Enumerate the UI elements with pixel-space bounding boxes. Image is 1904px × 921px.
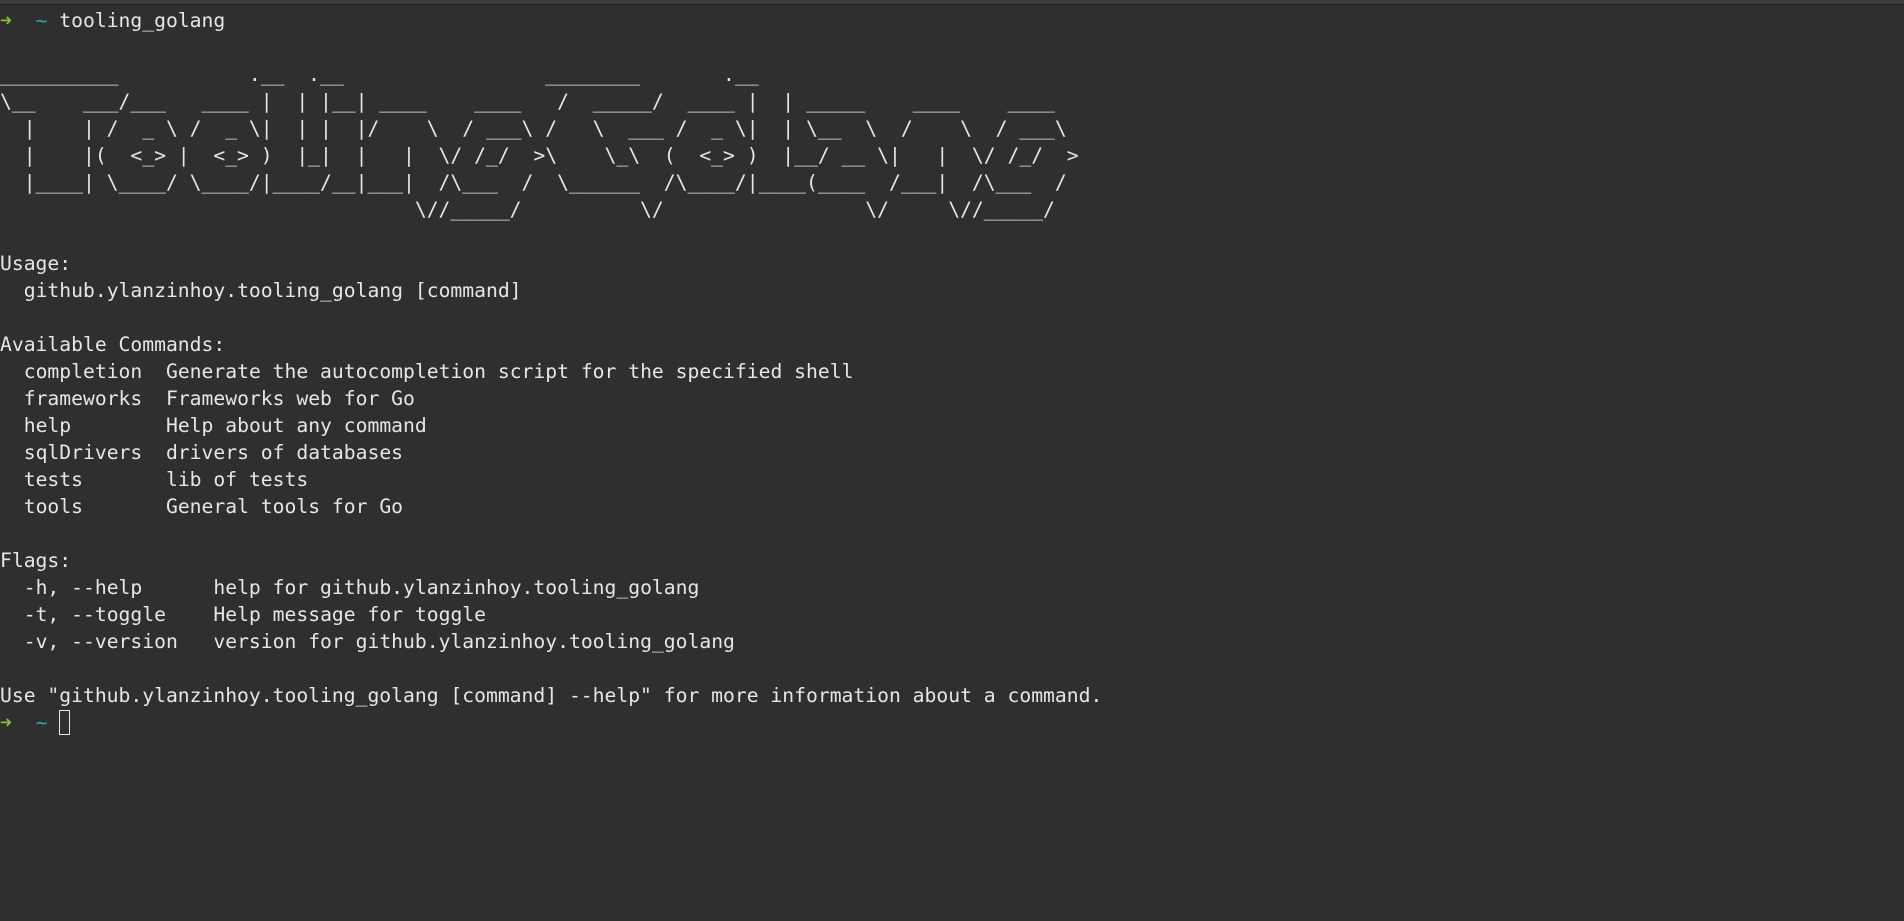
column-gap <box>166 603 213 626</box>
command-description: Generate the autocompletion script for t… <box>165 360 854 383</box>
terminal-window[interactable]: ➜ ~ tooling_golang __________ .__ .__ __… <box>0 0 1904 921</box>
usage-text: github.ylanzinhoy.tooling_golang [comman… <box>23 279 522 302</box>
command-name: sqlDrivers <box>23 441 143 464</box>
banner-line: \//_____/ \/ \/ \//_____/ <box>0 198 1055 221</box>
column-gap <box>142 360 166 383</box>
command-row: help Help about any command <box>0 412 1904 439</box>
column-gap <box>142 441 166 464</box>
command-row: tools General tools for Go <box>0 493 1904 520</box>
command-name: frameworks <box>23 387 143 410</box>
text-cursor[interactable] <box>59 710 71 735</box>
command-description: Frameworks web for Go <box>165 387 415 410</box>
flag-name: -v, --version <box>23 630 178 653</box>
banner-line: __________ .__ .__ ________ .__ <box>0 63 759 86</box>
prompt-arrow-icon: ➜ <box>0 9 12 32</box>
command-name: tests <box>23 468 83 491</box>
prompt-line[interactable]: ➜ ~ <box>0 709 1904 736</box>
flag-description: help for github.ylanzinhoy.tooling_golan… <box>213 576 700 599</box>
prompt-arrow-icon: ➜ <box>0 711 12 734</box>
banner-line: \__ ___/___ ____ | | |__| ____ ____ / __… <box>0 90 1055 113</box>
column-gap <box>142 576 213 599</box>
column-gap <box>83 495 166 518</box>
flag-name: -h, --help <box>23 576 143 599</box>
command-description: General tools for Go <box>165 495 404 518</box>
prompt-command: tooling_golang <box>59 9 226 32</box>
prompt-directory: ~ <box>35 711 48 734</box>
window-top-border <box>0 0 1904 5</box>
flag-name: -t, --toggle <box>23 603 166 626</box>
flags-list: -h, --help help for github.ylanzinhoy.to… <box>0 574 1904 655</box>
banner-line: | |( <_> | <_> ) |_| | | \/ /_/ >\ \_\ (… <box>0 144 1079 167</box>
banner-line: |____| \____/ \____/|____/__|___| /\___ … <box>0 171 1067 194</box>
command-description: Help about any command <box>165 414 427 437</box>
command-row: tests lib of tests <box>0 466 1904 493</box>
banner-line: | | / _ \ / _ \| | | |/ \ / ___\ / \ ___… <box>0 117 1067 140</box>
footer-hint: Use "github.ylanzinhoy.tooling_golang [c… <box>0 684 1103 707</box>
usage-line: github.ylanzinhoy.tooling_golang [comman… <box>0 277 1904 304</box>
command-row: sqlDrivers drivers of databases <box>0 439 1904 466</box>
command-name: completion <box>23 360 143 383</box>
prompt-line: ➜ ~ tooling_golang <box>0 7 1904 34</box>
commands-list: completion Generate the autocompletion s… <box>0 358 1904 520</box>
flag-description: version for github.ylanzinhoy.tooling_go… <box>213 630 735 653</box>
usage-heading: Usage: <box>0 252 72 275</box>
command-row: frameworks Frameworks web for Go <box>0 385 1904 412</box>
command-description: drivers of databases <box>165 441 404 464</box>
commands-heading: Available Commands: <box>0 333 226 356</box>
ascii-banner: __________ .__ .__ ________ .__ \__ ___/… <box>0 61 1904 223</box>
flags-heading: Flags: <box>0 549 72 572</box>
column-gap <box>83 468 166 491</box>
command-row: completion Generate the autocompletion s… <box>0 358 1904 385</box>
command-name: help <box>23 414 72 437</box>
flag-description: Help message for toggle <box>213 603 487 626</box>
command-description: lib of tests <box>165 468 309 491</box>
command-name: tools <box>23 495 83 518</box>
flag-row: -v, --version version for github.ylanzin… <box>0 628 1904 655</box>
column-gap <box>178 630 214 653</box>
flag-row: -h, --help help for github.ylanzinhoy.to… <box>0 574 1904 601</box>
column-gap <box>142 387 166 410</box>
flag-row: -t, --toggle Help message for toggle <box>0 601 1904 628</box>
prompt-directory: ~ <box>35 9 48 32</box>
column-gap <box>71 414 166 437</box>
